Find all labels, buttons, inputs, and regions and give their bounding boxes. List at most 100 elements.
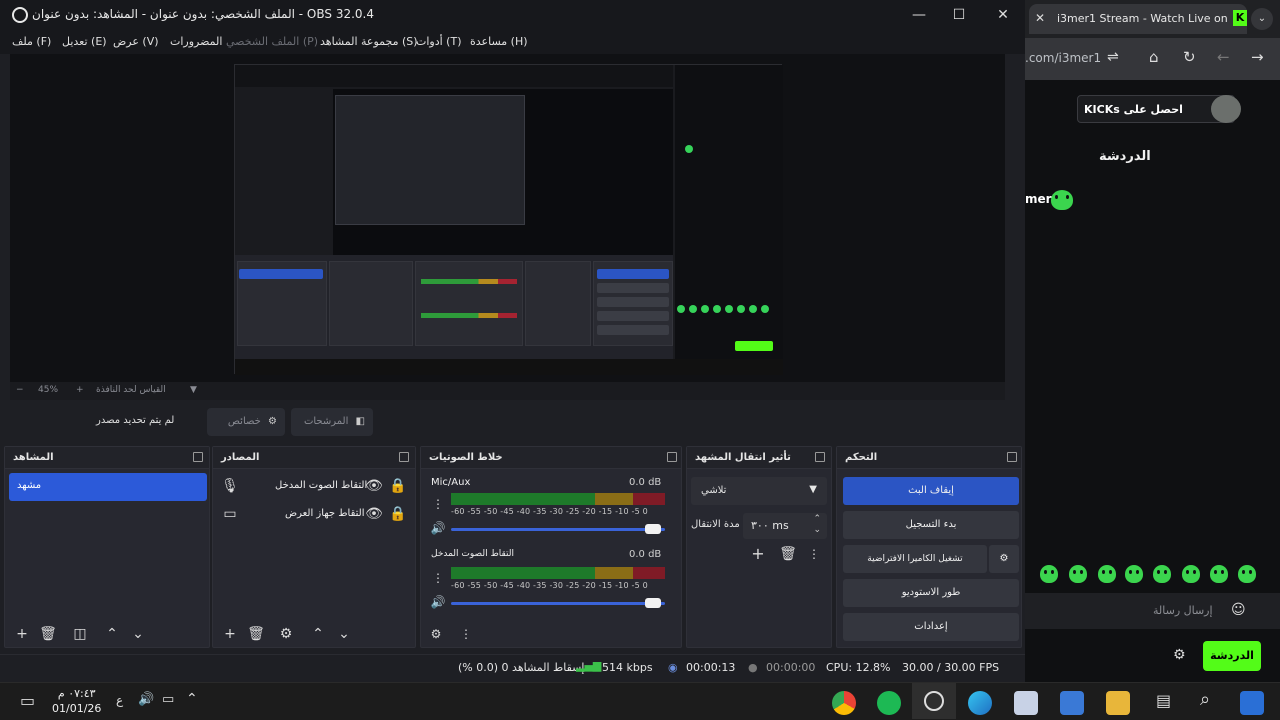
settings-button[interactable]: إعدادات (843, 613, 1019, 641)
volume-slider-knob[interactable] (645, 598, 661, 608)
source-row[interactable]: 🎙 التقاط الصوت المدخل 👁 🔒 (213, 477, 415, 499)
task-view-icon[interactable]: ▤ (1156, 691, 1171, 710)
browser-tab[interactable]: ✕ i3mer1 Stream - Watch Live on K (1029, 4, 1247, 34)
speaker-icon[interactable]: 🔊 (429, 519, 447, 537)
menu-tools[interactable]: (T) أدوات (416, 35, 462, 48)
gear-icon[interactable]: ⚙ (427, 625, 445, 643)
kebab-menu-icon[interactable]: ⋮ (805, 545, 823, 563)
emote-icon[interactable] (1210, 565, 1228, 583)
kebab-menu-icon[interactable]: ⋮ (457, 625, 475, 643)
add-icon[interactable]: + (13, 625, 31, 643)
emote-icon[interactable] (1153, 565, 1171, 583)
trash-icon[interactable]: 🗑 (39, 625, 57, 643)
up-arrow-icon[interactable]: ⌃ (309, 625, 327, 643)
virtual-camera-button[interactable]: تشغيل الكاميرا الافتراضية (843, 545, 987, 573)
menu-scene-collection[interactable]: (S) مجموعة المشاهد (320, 35, 418, 48)
emote-icon[interactable] (1238, 565, 1256, 583)
zoom-dropdown-icon[interactable]: ▼ (190, 385, 197, 395)
volume-slider[interactable] (451, 528, 665, 531)
emoji-icon[interactable]: ☺ (1231, 602, 1246, 618)
tab-search-icon[interactable]: ⌄ (1251, 8, 1273, 30)
speaker-icon[interactable]: 🔊 (138, 692, 154, 707)
menu-docks[interactable]: المضرورات (170, 35, 222, 48)
snipping-tool-icon[interactable] (1014, 691, 1038, 715)
emote-icon[interactable] (1069, 565, 1087, 583)
eye-icon[interactable]: 👁 (365, 477, 383, 495)
dock-float-icon[interactable] (815, 452, 825, 462)
close-icon[interactable]: ✕ (988, 4, 1018, 26)
kebab-menu-icon[interactable]: ⋮ (429, 495, 447, 513)
start-icon[interactable] (1240, 691, 1264, 715)
back-icon[interactable]: → (1251, 48, 1264, 66)
scene-item[interactable]: مشهد (9, 473, 207, 501)
lock-icon[interactable]: 🔒 (389, 505, 407, 523)
virtual-camera-settings-button[interactable]: ⚙ (989, 545, 1019, 573)
language-indicator[interactable]: ع (116, 693, 123, 707)
menu-profile[interactable]: (P) الملف الشخصي (226, 35, 318, 48)
add-icon[interactable]: + (749, 545, 767, 563)
search-icon[interactable]: ⌕ (1200, 689, 1210, 710)
source-row[interactable]: ▭ التقاط جهاز العرض 👁 🔒 (213, 505, 415, 527)
up-arrow-icon[interactable]: ⌃ (103, 625, 121, 643)
zoom-in-icon[interactable]: + (76, 385, 84, 395)
chat-input[interactable]: إرسال رسالة ☺ (1025, 593, 1280, 629)
stop-stream-button[interactable]: إيقاف البث (843, 477, 1019, 505)
taskbar-clock[interactable]: ٠٧:٤٣ م 01/01/26 (52, 686, 101, 716)
notification-icon[interactable]: ▭ (20, 691, 35, 710)
transition-select[interactable]: تلاشي ▼ (691, 477, 827, 505)
emote-icon[interactable] (1182, 565, 1200, 583)
chrome-icon[interactable] (832, 691, 856, 715)
down-arrow-icon[interactable]: ⌄ (129, 625, 147, 643)
obs-titlebar[interactable]: OBS 32.0.4 - الملف الشخصي: بدون عنوان - … (0, 0, 1025, 30)
reload-icon[interactable]: ↻ (1183, 48, 1196, 66)
dock-float-icon[interactable] (399, 452, 409, 462)
menu-edit[interactable]: (E) تعديل (62, 35, 107, 48)
menu-help[interactable]: (H) مساعدة (470, 35, 528, 48)
add-icon[interactable]: + (221, 625, 239, 643)
filters-button[interactable]: ◧ المرشحات (291, 408, 373, 436)
volume-slider[interactable] (451, 602, 665, 605)
network-icon[interactable]: ▭ (162, 692, 174, 707)
store-icon[interactable] (1060, 691, 1084, 715)
spotify-icon[interactable] (877, 691, 901, 715)
dock-float-icon[interactable] (1007, 452, 1017, 462)
close-tab-icon[interactable]: ✕ (1035, 11, 1045, 25)
studio-mode-button[interactable]: طور الاستوديو (843, 579, 1019, 607)
chat-send-button[interactable]: الدردشة (1203, 641, 1261, 671)
speaker-icon[interactable]: 🔊 (429, 593, 447, 611)
trash-icon[interactable]: 🗑 (779, 545, 797, 563)
filter-icon[interactable]: ◫ (71, 625, 89, 643)
menu-file[interactable]: (F) ملف (12, 35, 51, 48)
file-explorer-icon[interactable] (1106, 691, 1130, 715)
menu-view[interactable]: (V) عرض (113, 35, 159, 48)
dock-float-icon[interactable] (667, 452, 677, 462)
gear-icon[interactable]: ⚙ (277, 625, 295, 643)
spin-down-icon[interactable]: ⌄ (813, 525, 821, 535)
zoom-fit-label[interactable]: القياس لحد النافذة (96, 385, 166, 395)
spin-up-icon[interactable]: ⌃ (813, 514, 821, 524)
volume-slider-knob[interactable] (645, 524, 661, 534)
maximize-icon[interactable]: ☐ (944, 4, 974, 26)
lock-icon[interactable]: 🔒 (389, 477, 407, 495)
home-icon[interactable]: ⌂ (1149, 48, 1159, 66)
emote-icon[interactable] (1125, 565, 1143, 583)
eye-icon[interactable]: 👁 (365, 505, 383, 523)
obs-taskbar-button[interactable] (912, 683, 956, 719)
site-settings-icon[interactable]: ⇌ (1107, 49, 1119, 65)
forward-icon[interactable]: ← (1217, 48, 1230, 66)
gear-icon[interactable]: ⚙ (1173, 647, 1186, 663)
kebab-menu-icon[interactable]: ⋮ (429, 569, 447, 587)
chevron-up-icon[interactable]: ⌃ (186, 691, 198, 707)
down-arrow-icon[interactable]: ⌄ (335, 625, 353, 643)
avatar[interactable] (1211, 95, 1241, 123)
dock-float-icon[interactable] (193, 452, 203, 462)
edge-icon[interactable] (968, 691, 992, 715)
duration-spinbox[interactable]: ٣٠٠ ms ⌃ ⌄ (743, 513, 827, 539)
emote-icon[interactable] (1098, 565, 1116, 583)
trash-icon[interactable]: 🗑 (247, 625, 265, 643)
url-text[interactable]: .com/i3mer1 (1025, 51, 1101, 65)
emote-icon[interactable] (1040, 565, 1058, 583)
zoom-out-icon[interactable]: − (16, 385, 24, 395)
minimize-icon[interactable]: — (904, 4, 934, 26)
properties-button[interactable]: ⚙ خصائص (207, 408, 285, 436)
